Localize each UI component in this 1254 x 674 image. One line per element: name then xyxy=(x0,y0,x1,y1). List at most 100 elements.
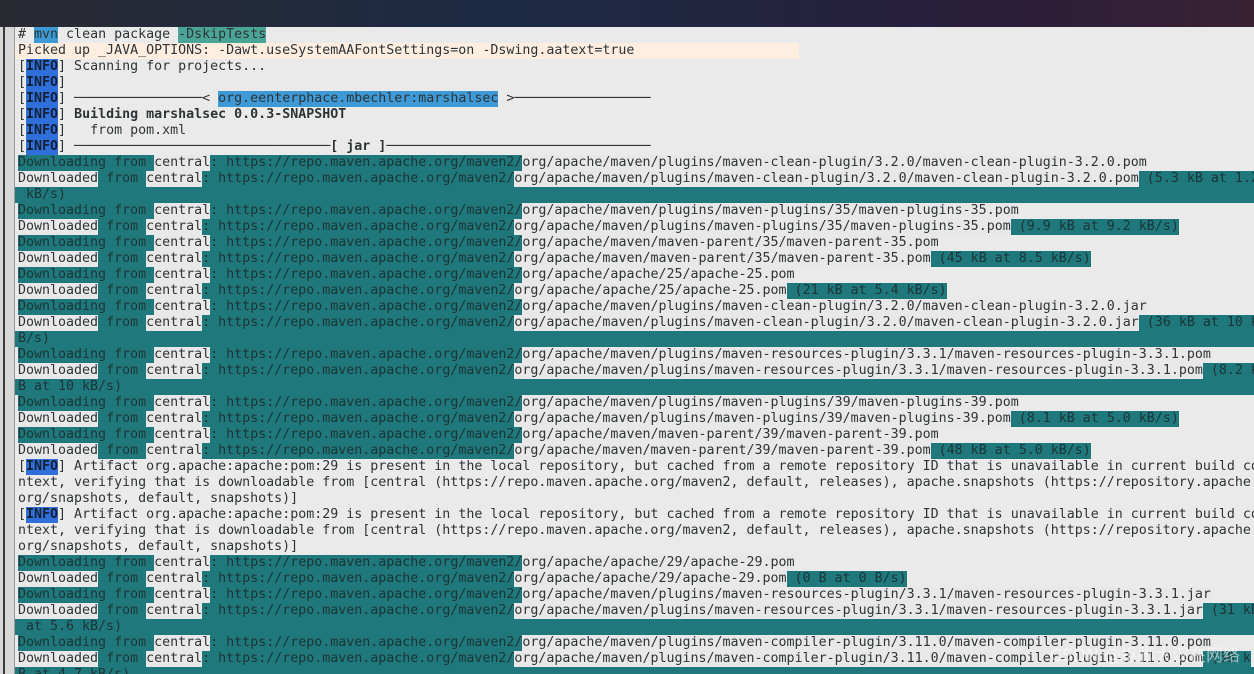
info-tag: INFO xyxy=(26,75,59,91)
download-size: B at 10 kB/s) xyxy=(18,379,123,395)
line-text: org/snapshots, default, snapshots)] xyxy=(18,491,299,506)
artifact-path: org/apache/maven/plugins/maven-plugins/3… xyxy=(514,219,1011,235)
repo-name: central xyxy=(154,267,211,283)
terminal-line: Downloading from central: https://repo.m… xyxy=(18,203,1019,219)
line-text: # xyxy=(18,27,35,42)
repo-url: : https://repo.maven.apache.org/maven2/ xyxy=(202,363,515,379)
line-text: from xyxy=(98,603,147,619)
terminal-line: kB/s) xyxy=(15,187,1254,203)
download-status: Downloading xyxy=(18,635,107,651)
download-size: (31 kB xyxy=(1202,603,1254,619)
info-tag: INFO xyxy=(26,139,59,155)
line-text: ] Artifact org.apache:apache:pom:29 is p… xyxy=(58,459,1254,474)
terminal-line: B at 10 kB/s) xyxy=(15,379,1254,395)
terminal-line: [INFO] from pom.xml xyxy=(18,123,186,139)
line-text: from xyxy=(106,395,155,411)
repo-url: : https://repo.maven.apache.org/maven2/ xyxy=(202,571,515,587)
terminal-line: ntext, verifying that is downloadable fr… xyxy=(18,475,1254,491)
terminal-line: [INFO] Scanning for projects... xyxy=(18,59,266,75)
line-text: ] xyxy=(58,75,67,90)
repo-url: : https://repo.maven.apache.org/maven2/ xyxy=(202,411,515,427)
download-status: Downloading xyxy=(18,155,107,171)
repo-name: central xyxy=(154,203,211,219)
repo-url: : https://repo.maven.apache.org/maven2/ xyxy=(210,203,523,219)
repo-name: central xyxy=(154,155,211,171)
download-status: Downloading xyxy=(18,587,107,603)
artifact-path: org/apache/maven/plugins/maven-plugins/3… xyxy=(522,395,1019,411)
line-text: [ xyxy=(18,75,27,90)
line-text: from xyxy=(106,235,155,251)
artifact-path: org/apache/apache/25/apache-25.pom xyxy=(514,283,787,299)
line-text: from xyxy=(98,251,147,267)
repo-url: : https://repo.maven.apache.org/maven2/ xyxy=(210,587,523,603)
terminal-line: Downloading from central: https://repo.m… xyxy=(18,235,939,251)
repo-name: central xyxy=(154,555,211,571)
line-text: from xyxy=(106,635,155,651)
terminal-line: [INFO] Artifact org.apache:apache:pom:29… xyxy=(18,459,1254,475)
download-status: Downloading xyxy=(18,555,107,571)
line-text: Picked up _JAVA_OPTIONS: -Dawt.useSystem… xyxy=(18,43,635,58)
repo-url: : https://repo.maven.apache.org/maven2/ xyxy=(210,555,523,571)
line-text: from xyxy=(98,219,147,235)
download-status: Downloaded xyxy=(18,411,99,427)
repo-url: : https://repo.maven.apache.org/maven2/ xyxy=(202,251,515,267)
repo-name: central xyxy=(146,219,203,235)
terminal-line: Downloading from central: https://repo.m… xyxy=(18,635,1211,651)
line-text: from xyxy=(106,267,155,283)
line-text: from xyxy=(98,411,147,427)
line-text: [ xyxy=(18,59,27,74)
artifact-path: org/apache/apache/25/apache-25.pom xyxy=(522,267,795,283)
repo-url: : https://repo.maven.apache.org/maven2/ xyxy=(210,427,523,443)
download-status: Downloaded xyxy=(18,651,99,667)
window-edge xyxy=(0,27,15,674)
download-size: (36 kB at 10 k xyxy=(1138,315,1254,331)
artifact-path: org/apache/maven/plugins/maven-plugins/3… xyxy=(522,203,1019,219)
download-status: Downloaded xyxy=(18,171,99,187)
download-size: (8.2 k xyxy=(1202,363,1254,379)
terminal-line: Downloading from central: https://repo.m… xyxy=(18,155,1147,171)
download-size: (0 B at 0 B/s) xyxy=(786,571,907,587)
download-status: Downloaded xyxy=(18,443,99,459)
repo-name: central xyxy=(154,427,211,443)
line-text: from xyxy=(98,283,147,299)
repo-name: central xyxy=(154,587,211,603)
download-size: (8.1 kB at 5.0 kB/s) xyxy=(1010,411,1179,427)
terminal-line: Downloading from central: https://repo.m… xyxy=(18,395,1019,411)
repo-url: : https://repo.maven.apache.org/maven2/ xyxy=(210,299,523,315)
artifact-path: org/apache/maven/maven-parent/39/maven-p… xyxy=(514,443,931,459)
repo-name: central xyxy=(154,395,211,411)
terminal-line: Downloaded from central: https://repo.ma… xyxy=(18,363,1254,379)
line-text: ───────────────────────────────── xyxy=(386,139,651,154)
info-tag: INFO xyxy=(26,91,59,107)
download-status: Downloading xyxy=(18,267,107,283)
artifact-path: org/apache/apache/29/apache-29.pom xyxy=(522,555,795,571)
artifact-path: org/apache/maven/plugins/maven-resources… xyxy=(522,347,1211,363)
terminal-line: Downloaded from central: https://repo.ma… xyxy=(18,251,1091,267)
terminal-line: Downloaded from central: https://repo.ma… xyxy=(18,443,1091,459)
repo-name: central xyxy=(154,635,211,651)
download-size: B at 4.7 kB/s) xyxy=(18,667,131,674)
download-size: (45 kB at 8.5 kB/s) xyxy=(930,251,1091,267)
line-text: [ xyxy=(18,107,27,122)
artifact-path: org/apache/maven/maven-parent/35/maven-p… xyxy=(522,235,939,251)
repo-name: central xyxy=(146,603,203,619)
terminal-line: Downloaded from central: https://repo.ma… xyxy=(18,171,1254,187)
line-text: from xyxy=(106,347,155,363)
terminal-line: [INFO] ────────────────< org.eenterphace… xyxy=(18,91,650,107)
download-status: Downloaded xyxy=(18,363,99,379)
line-text: -DskipTests xyxy=(178,27,267,43)
download-size: (21 kB at 5.4 kB/s) xyxy=(786,283,947,299)
repo-name: central xyxy=(146,571,203,587)
repo-name: central xyxy=(146,363,203,379)
terminal-output[interactable]: # mvn clean package -DskipTests Picked up… xyxy=(15,27,1254,674)
terminal-line: B at 4.7 kB/s) xyxy=(15,667,1254,674)
terminal-line: Downloaded from central: https://repo.ma… xyxy=(18,411,1179,427)
repo-name: central xyxy=(146,171,203,187)
repo-name: central xyxy=(146,283,203,299)
line-text: ] xyxy=(58,107,75,122)
repo-name: central xyxy=(146,651,203,667)
desktop-background xyxy=(0,0,1254,27)
terminal-line: Downloaded from central: https://repo.ma… xyxy=(18,219,1179,235)
line-text: [ xyxy=(18,123,27,138)
terminal-line: [INFO] ────────────────────────────────[… xyxy=(18,139,650,155)
